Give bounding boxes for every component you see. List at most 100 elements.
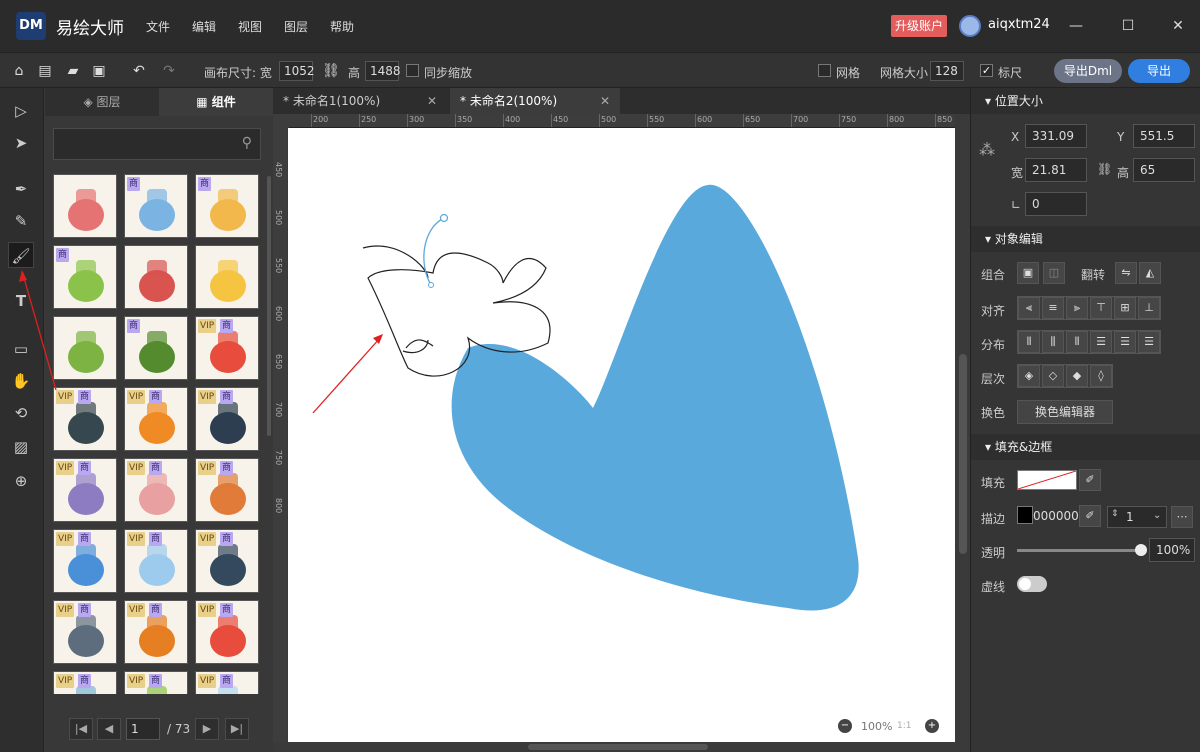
username[interactable]: aiqxtm24: [988, 17, 1050, 32]
tab-doc-1[interactable]: * 未命名1(100%) ✕: [273, 88, 449, 114]
stroke-color-swatch[interactable]: [1017, 506, 1033, 524]
send-to-back-icon[interactable]: ◊: [1090, 365, 1112, 387]
fill-color-swatch[interactable]: [1017, 470, 1077, 490]
first-page-button[interactable]: |◀: [69, 718, 93, 740]
canvas-width-input[interactable]: 1052: [279, 61, 315, 81]
distribute-left-icon[interactable]: ⫴: [1018, 331, 1040, 353]
width-input[interactable]: 21.81: [1025, 158, 1087, 182]
component-tile[interactable]: 商: [195, 174, 259, 238]
bring-forward-icon[interactable]: ◇: [1042, 365, 1064, 387]
upgrade-account-button[interactable]: 升级账户: [891, 15, 947, 37]
x-input[interactable]: 331.09: [1025, 124, 1087, 148]
vertical-scroll-thumb[interactable]: [959, 354, 967, 554]
brush-tool-icon[interactable]: 🖌: [8, 242, 34, 268]
component-tile[interactable]: 商: [53, 245, 117, 309]
redo-icon[interactable]: ↷: [160, 62, 178, 80]
send-backward-icon[interactable]: ◆: [1066, 365, 1088, 387]
ungroup-icon[interactable]: ◫: [1043, 262, 1065, 284]
align-right-icon[interactable]: ⫸: [1066, 297, 1088, 319]
menu-view[interactable]: 视图: [238, 18, 262, 35]
maximize-icon[interactable]: ☐: [1116, 14, 1140, 38]
tab-layers[interactable]: ◈ 图层: [45, 88, 159, 116]
flip-horizontal-icon[interactable]: ⇋: [1115, 262, 1137, 284]
more-options-icon[interactable]: ⋯: [1171, 506, 1193, 528]
component-tile[interactable]: [53, 316, 117, 380]
zoom-tool-icon[interactable]: ⊕: [8, 468, 34, 494]
component-tile[interactable]: VIP 商: [195, 600, 259, 664]
sync-scale-checkbox[interactable]: [406, 64, 419, 77]
rotate-tool-icon[interactable]: ⟲: [8, 400, 34, 426]
opacity-input[interactable]: 100%: [1149, 538, 1195, 562]
minimize-icon[interactable]: —: [1064, 14, 1088, 38]
component-tile[interactable]: VIP 商: [53, 529, 117, 593]
bezier-pen-icon[interactable]: ✎: [8, 208, 34, 234]
fill-eyedropper-icon[interactable]: ✐: [1079, 469, 1101, 491]
component-tile[interactable]: VIP 商: [124, 671, 188, 694]
save-icon[interactable]: ▣: [90, 62, 108, 80]
component-tile[interactable]: VIP 商: [53, 387, 117, 451]
gradient-tool-icon[interactable]: ▨: [8, 434, 34, 460]
component-tile[interactable]: VIP 商: [195, 316, 259, 380]
angle-input[interactable]: 0: [1025, 192, 1087, 216]
lock-ratio-icon[interactable]: ⛓: [1097, 162, 1112, 176]
chevron-down-icon[interactable]: ⌄: [1153, 510, 1161, 521]
section-fill-stroke[interactable]: ▾ 填充&边框: [971, 434, 1200, 460]
component-tile[interactable]: VIP 商: [53, 671, 117, 694]
menu-file[interactable]: 文件: [146, 18, 170, 35]
zoom-in-icon[interactable]: +: [925, 719, 939, 733]
section-position-size[interactable]: ▾ 位置大小: [971, 88, 1200, 114]
avatar[interactable]: [959, 15, 981, 37]
opacity-slider-track[interactable]: [1017, 549, 1143, 552]
next-page-button[interactable]: ▶: [195, 718, 219, 740]
transform-grid-icon[interactable]: ⁂: [979, 140, 995, 159]
stepper-icon[interactable]: ⇕: [1111, 509, 1119, 519]
component-tile[interactable]: 商: [124, 174, 188, 238]
bring-to-front-icon[interactable]: ◈: [1018, 365, 1040, 387]
component-tile[interactable]: VIP 商: [195, 387, 259, 451]
component-tile[interactable]: VIP 商: [53, 458, 117, 522]
grid-size-input[interactable]: 128: [930, 61, 964, 81]
new-file-icon[interactable]: ▤: [36, 62, 54, 80]
component-tile[interactable]: VIP 商: [124, 387, 188, 451]
menu-edit[interactable]: 编辑: [192, 18, 216, 35]
horizontal-scroll-thumb[interactable]: [528, 744, 708, 750]
opacity-slider-knob[interactable]: [1135, 544, 1147, 556]
grid-checkbox[interactable]: [818, 64, 831, 77]
stroke-eyedropper-icon[interactable]: ✐: [1079, 505, 1101, 527]
hand-tool-icon[interactable]: ✋: [8, 368, 34, 394]
export-button[interactable]: 导出: [1128, 59, 1190, 83]
close-tab-icon[interactable]: ✕: [600, 88, 610, 114]
flip-vertical-icon[interactable]: ◭: [1139, 262, 1161, 284]
component-tile[interactable]: VIP 商: [195, 458, 259, 522]
undo-icon[interactable]: ↶: [130, 62, 148, 80]
distribute-middle-icon[interactable]: ☰: [1114, 331, 1136, 353]
dash-toggle-knob[interactable]: [1019, 578, 1031, 590]
last-page-button[interactable]: ▶|: [225, 718, 249, 740]
align-bottom-icon[interactable]: ⊥: [1138, 297, 1160, 319]
y-input[interactable]: 551.5: [1133, 124, 1195, 148]
stroke-width-stepper[interactable]: ⇕ 1 ⌄: [1107, 506, 1167, 528]
pen-tool-icon[interactable]: ✒: [8, 176, 34, 202]
tab-components[interactable]: ▦ 组件: [159, 88, 273, 116]
link-ratio-icon[interactable]: ⛓: [322, 62, 340, 80]
close-icon[interactable]: ✕: [1166, 14, 1190, 38]
distribute-right-icon[interactable]: ⫴: [1066, 331, 1088, 353]
component-tile[interactable]: 商: [124, 316, 188, 380]
home-icon[interactable]: ⌂: [10, 62, 28, 80]
search-icon[interactable]: ⚲: [242, 135, 252, 151]
height-input[interactable]: 65: [1133, 158, 1195, 182]
group-icon[interactable]: ▣: [1017, 262, 1039, 284]
drawing-canvas[interactable]: [288, 128, 955, 742]
menu-layer[interactable]: 图层: [284, 18, 308, 35]
panel-scrollbar[interactable]: [267, 176, 271, 436]
menu-help[interactable]: 帮助: [330, 18, 354, 35]
export-dml-button[interactable]: 导出Dml: [1054, 59, 1122, 83]
page-number-input[interactable]: 1: [126, 718, 160, 740]
canvas-horizontal-scrollbar[interactable]: [288, 742, 955, 752]
zoom-out-icon[interactable]: −: [838, 719, 852, 733]
align-center-icon[interactable]: ≡: [1042, 297, 1064, 319]
canvas-vertical-scrollbar[interactable]: [955, 114, 970, 742]
color-editor-button[interactable]: 换色编辑器: [1017, 400, 1113, 424]
zoom-ratio[interactable]: 1:1: [897, 721, 911, 731]
prev-page-button[interactable]: ◀: [97, 718, 121, 740]
